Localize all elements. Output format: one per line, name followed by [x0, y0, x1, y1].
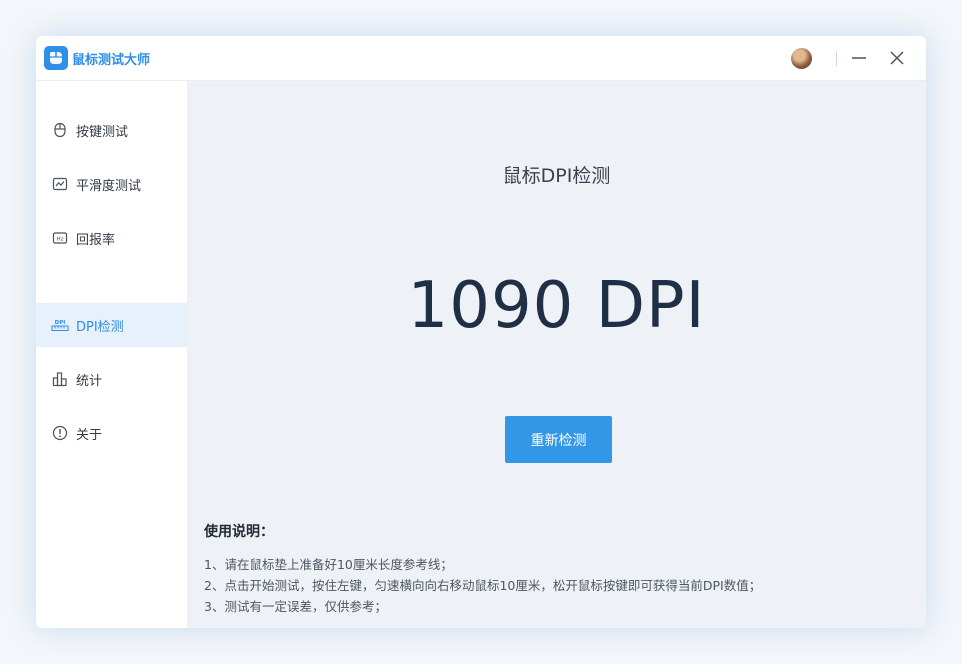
sidebar: 按键测试 平滑度测试 Hz 回报率 DPI DPI检测 统计 关于 — [36, 81, 187, 628]
sidebar-item-label: 平滑度测试 — [76, 178, 142, 194]
sidebar-item-label: DPI检测 — [76, 319, 124, 335]
dpi-value-display: 1090 DPI — [407, 269, 706, 343]
bar-chart-icon — [51, 370, 69, 388]
sidebar-item-about[interactable]: 关于 — [36, 411, 187, 455]
sidebar-item-dpi-test[interactable]: DPI DPI检测 — [36, 303, 187, 347]
sidebar-item-label: 按键测试 — [76, 124, 129, 140]
titlebar-divider — [836, 51, 837, 66]
info-icon — [51, 424, 69, 442]
svg-text:DPI: DPI — [55, 320, 66, 326]
main-content: 鼠标DPI检测 1090 DPI 重新检测 使用说明： 1、请在鼠标垫上准备好1… — [187, 81, 926, 628]
sidebar-item-polling-rate[interactable]: Hz 回报率 — [36, 216, 187, 260]
svg-text:Hz: Hz — [56, 237, 63, 243]
title-bar[interactable]: 鼠标测试大师 — [36, 36, 926, 81]
app-title: 鼠标测试大师 — [72, 53, 151, 68]
instructions-heading: 使用说明： — [204, 524, 274, 540]
sidebar-item-label: 回报率 — [76, 232, 116, 248]
minimize-icon — [852, 57, 866, 59]
user-avatar[interactable] — [791, 48, 812, 69]
sidebar-item-label: 统计 — [76, 373, 103, 389]
instruction-line: 3、测试有一定误差，仅供参考； — [204, 599, 387, 614]
instruction-line: 1、请在鼠标垫上准备好10厘米长度参考线； — [204, 557, 453, 572]
mouse-logo-icon — [44, 46, 68, 70]
minimize-button[interactable] — [849, 48, 869, 68]
recheck-button[interactable]: 重新检测 — [505, 416, 612, 463]
sidebar-item-statistics[interactable]: 统计 — [36, 357, 187, 401]
app-window: 鼠标测试大师 按键测试 平滑度测试 Hz 回报率 DPI DPI检测 统计 关于… — [36, 36, 926, 628]
close-button[interactable] — [887, 48, 907, 68]
sidebar-item-key-test[interactable]: 按键测试 — [36, 108, 187, 152]
line-chart-icon — [51, 175, 69, 193]
mouse-icon — [51, 121, 69, 139]
page-title: 鼠标DPI检测 — [502, 165, 611, 187]
hz-icon: Hz — [51, 229, 69, 247]
close-icon — [890, 51, 904, 65]
sidebar-item-label: 关于 — [76, 427, 103, 443]
instruction-line: 2、点击开始测试，按住左键，匀速横向向右移动鼠标10厘米，松开鼠标按键即可获得当… — [204, 578, 762, 593]
dpi-ruler-icon: DPI — [51, 316, 69, 334]
sidebar-item-smoothness-test[interactable]: 平滑度测试 — [36, 162, 187, 206]
